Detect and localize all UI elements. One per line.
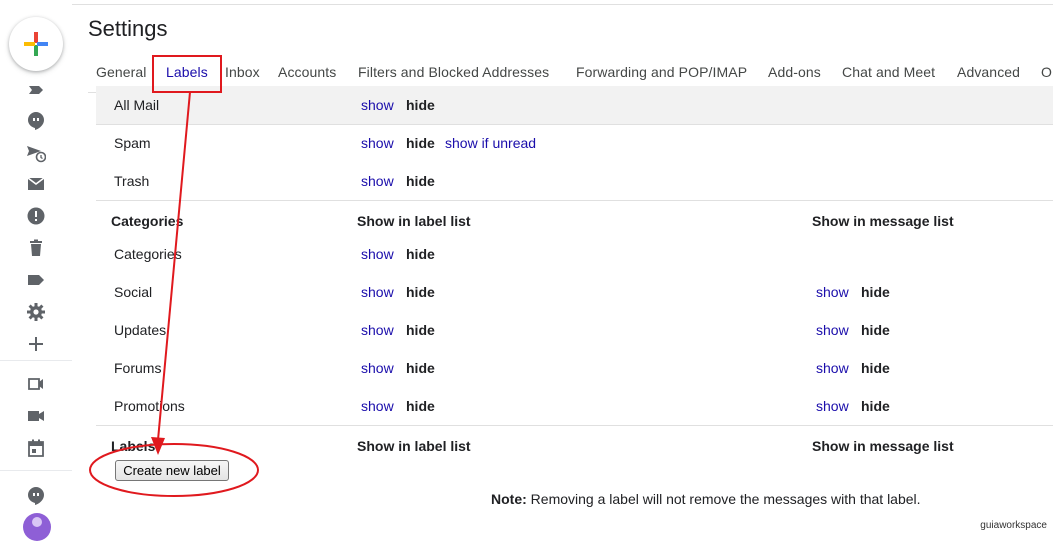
- label-tag-icon[interactable]: [24, 268, 48, 292]
- show-link[interactable]: show: [361, 284, 394, 300]
- show-link[interactable]: show: [361, 398, 394, 414]
- note-text: Note: Removing a label will not remove t…: [491, 491, 921, 507]
- label-name: All Mail: [114, 97, 160, 113]
- tab-chat-meet[interactable]: Chat and Meet: [842, 64, 935, 80]
- rail-divider-2: [0, 470, 72, 471]
- hide-link[interactable]: hide: [406, 246, 435, 262]
- page-title: Settings: [88, 16, 168, 41]
- category-row-updates: Updates show hide show hide: [96, 311, 1053, 349]
- label-icon[interactable]: [24, 78, 48, 102]
- tab-offline[interactable]: O: [1041, 64, 1052, 80]
- col-message-list-heading: Show in message list: [812, 438, 954, 454]
- compose-button[interactable]: [9, 17, 63, 71]
- hangouts-icon[interactable]: [24, 484, 48, 508]
- show-link[interactable]: show: [361, 97, 394, 113]
- message-hide-link[interactable]: hide: [861, 322, 890, 338]
- message-hide-link[interactable]: hide: [861, 284, 890, 300]
- tab-accounts[interactable]: Accounts: [278, 64, 336, 80]
- col-label-list-heading: Show in label list: [357, 438, 471, 454]
- video-icon[interactable]: [24, 404, 48, 428]
- section-divider: [96, 425, 1053, 426]
- message-show-link[interactable]: show: [816, 284, 849, 300]
- hide-link[interactable]: hide: [406, 173, 435, 189]
- tab-advanced[interactable]: Advanced: [957, 64, 1020, 80]
- show-link[interactable]: show: [361, 246, 394, 262]
- tab-labels[interactable]: Labels: [166, 64, 208, 80]
- category-row-promotions: Promotions show hide show hide: [96, 387, 1053, 425]
- col-message-list-heading: Show in message list: [812, 213, 954, 229]
- important-icon[interactable]: [24, 204, 48, 228]
- hide-link[interactable]: hide: [406, 322, 435, 338]
- section-divider: [96, 200, 1053, 201]
- rail-divider: [0, 360, 72, 361]
- show-link[interactable]: show: [361, 173, 394, 189]
- scheduled-send-icon[interactable]: [24, 141, 48, 165]
- hide-link[interactable]: hide: [406, 360, 435, 376]
- show-link[interactable]: show: [361, 135, 394, 151]
- watermark: guiaworkspace: [980, 520, 1047, 531]
- col-label-list-heading: Show in label list: [357, 213, 471, 229]
- note-body: Removing a label will not remove the mes…: [526, 491, 921, 507]
- tab-forwarding[interactable]: Forwarding and POP/IMAP: [576, 64, 747, 80]
- label-row-spam: Spam show hide show if unread: [96, 124, 1053, 162]
- top-divider: [72, 4, 1053, 5]
- categories-heading: Categories: [111, 213, 184, 229]
- message-show-link[interactable]: show: [816, 360, 849, 376]
- show-if-unread-link[interactable]: show if unread: [445, 135, 536, 151]
- category-name: Forums: [114, 360, 162, 376]
- tab-inbox[interactable]: Inbox: [225, 64, 260, 80]
- category-row-forums: Forums show hide show hide: [96, 349, 1053, 387]
- hide-link[interactable]: hide: [406, 135, 435, 151]
- meet-new-icon[interactable]: [24, 372, 48, 396]
- label-row-trash: Trash show hide: [96, 162, 1053, 200]
- trash-icon[interactable]: [24, 236, 48, 260]
- calendar-icon[interactable]: [24, 436, 48, 460]
- category-row-categories: Categories show hide: [96, 235, 1053, 273]
- note-prefix: Note:: [491, 491, 527, 507]
- label-row-all-mail: All Mail show hide: [96, 86, 1053, 124]
- message-hide-link[interactable]: hide: [861, 360, 890, 376]
- hide-link[interactable]: hide: [406, 97, 435, 113]
- label-name: Trash: [114, 173, 150, 189]
- chat-bubble-icon[interactable]: [24, 109, 48, 133]
- category-name: Promotions: [114, 398, 185, 414]
- message-show-link[interactable]: show: [816, 398, 849, 414]
- gear-icon[interactable]: [24, 300, 48, 324]
- create-new-label-button[interactable]: Create new label: [115, 460, 229, 481]
- plus-multicolor-icon: [24, 32, 48, 56]
- hide-link[interactable]: hide: [406, 284, 435, 300]
- labels-heading: Labels: [111, 438, 156, 454]
- tab-general[interactable]: General: [96, 64, 147, 80]
- tab-addons[interactable]: Add-ons: [768, 64, 821, 80]
- tab-filters[interactable]: Filters and Blocked Addresses: [358, 64, 549, 80]
- mail-icon[interactable]: [24, 172, 48, 196]
- category-name: Social: [114, 284, 153, 300]
- show-link[interactable]: show: [361, 360, 394, 376]
- show-link[interactable]: show: [361, 322, 394, 338]
- avatar[interactable]: [23, 513, 51, 541]
- message-hide-link[interactable]: hide: [861, 398, 890, 414]
- label-name: Spam: [114, 135, 151, 151]
- category-row-social: Social show hide show hide: [96, 273, 1053, 311]
- message-show-link[interactable]: show: [816, 322, 849, 338]
- left-rail: [0, 0, 72, 541]
- category-name: Categories: [114, 246, 182, 262]
- plus-icon[interactable]: [24, 332, 48, 356]
- hide-link[interactable]: hide: [406, 398, 435, 414]
- category-name: Updates: [114, 322, 167, 338]
